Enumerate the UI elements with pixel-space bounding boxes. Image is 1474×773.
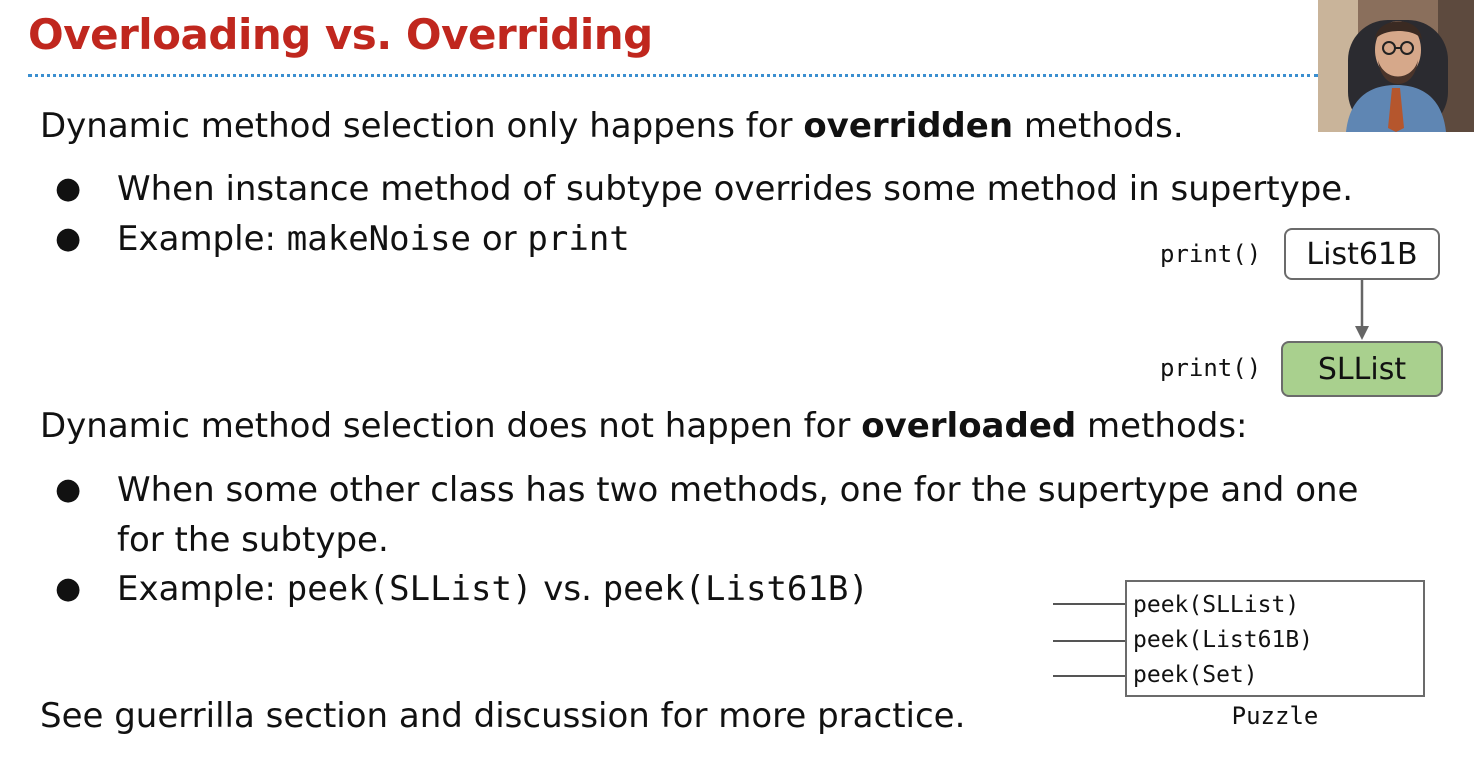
print-method-label-bottom: print()	[1160, 354, 1262, 382]
bullet-icon: ●	[55, 472, 82, 507]
overridden-statement: Dynamic method selection only happens fo…	[40, 106, 1184, 146]
code-print: print	[527, 219, 630, 259]
puzzle-class-box: peek(SLList) peek(List61B) peek(Set)	[1125, 580, 1425, 697]
sllist-class-box: SLList	[1281, 341, 1443, 397]
bullet-icon: ●	[55, 171, 82, 206]
code-peek-sllist: peek(SLList)	[286, 569, 533, 609]
overridden-keyword: overridden	[803, 106, 1014, 146]
puzzle-input-wire	[1053, 640, 1125, 642]
puzzle-caption: Puzzle	[1231, 702, 1319, 730]
puzzle-method-peek-sllist: peek(SLList)	[1133, 592, 1300, 618]
webcam-presenter-image	[1318, 0, 1474, 132]
print-method-label-top: print()	[1160, 240, 1262, 268]
webcam-feed	[1318, 0, 1474, 132]
puzzle-input-wire	[1053, 603, 1125, 605]
slide-title: Overloading vs. Overriding	[28, 10, 653, 59]
title-divider	[28, 74, 1318, 77]
overloaded-keyword: overloaded	[861, 406, 1077, 446]
code-peek-list61b: peek(List61B)	[602, 569, 869, 609]
code-makenoise: makeNoise	[286, 219, 472, 259]
bullet-icon: ●	[55, 571, 82, 606]
footer-note: See guerrilla section and discussion for…	[40, 696, 966, 736]
list61b-class-box: List61B	[1284, 228, 1440, 280]
puzzle-method-peek-set: peek(Set)	[1133, 662, 1258, 688]
puzzle-input-wire	[1053, 675, 1125, 677]
bullet-icon: ●	[55, 221, 82, 256]
inheritance-arrow	[1355, 280, 1369, 340]
overloaded-statement: Dynamic method selection does not happen…	[40, 406, 1248, 446]
puzzle-method-peek-list61b: peek(List61B)	[1133, 627, 1314, 653]
